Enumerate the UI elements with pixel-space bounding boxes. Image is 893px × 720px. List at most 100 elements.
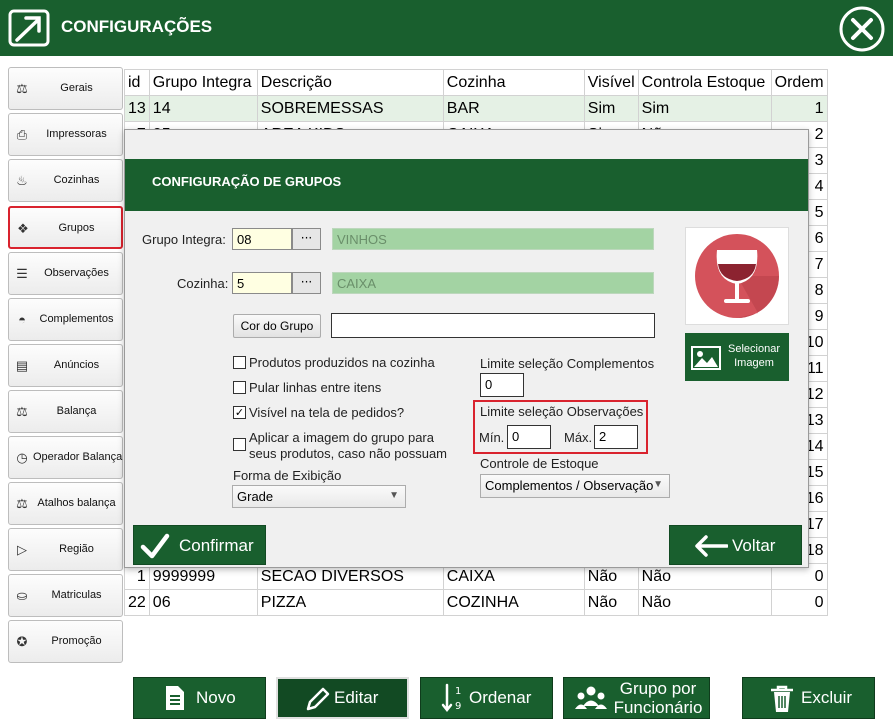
scale-settings-icon: ⚖	[16, 81, 28, 96]
cozinha-input[interactable]: 5	[232, 272, 292, 294]
notes-icon: ☰	[16, 266, 28, 281]
promotion-icon: ✪	[16, 634, 28, 649]
table-cell: Não	[583, 589, 639, 616]
column-header[interactable]: Descrição	[256, 69, 444, 96]
limite-complementos-label: Limite seleção Complementos	[480, 356, 655, 371]
sidebar-item-label: Promoção	[51, 635, 102, 647]
sidebar-item-atalhos-balanca[interactable]: ⚖ Atalhos balança	[8, 482, 123, 525]
checkbox-aplicar-imagem[interactable]	[233, 438, 246, 451]
table-cell: 1	[770, 95, 828, 122]
sidebar-item-label: Operador Balança	[33, 451, 123, 463]
delete-button[interactable]: Excluir	[742, 677, 875, 719]
sidebar-item-regiao[interactable]: ▷ Região	[8, 528, 123, 571]
wine-glass-icon	[695, 234, 779, 318]
table-cell: 0	[770, 589, 828, 616]
table-cell: 22	[124, 589, 150, 616]
image-icon	[691, 346, 721, 370]
sidebar-item-promocao[interactable]: ✪ Promoção	[8, 620, 123, 663]
document-icon: ▤	[15, 358, 29, 373]
table-cell: 13	[124, 95, 150, 122]
sidebar-item-gerais[interactable]: ⚖ Gerais	[8, 67, 123, 110]
new-document-icon	[166, 686, 184, 710]
max-input[interactable]: 2	[594, 425, 638, 449]
column-header[interactable]: id	[124, 69, 150, 96]
table-cell: Não	[637, 589, 772, 616]
sort-numeric-icon: 1 9	[441, 683, 461, 713]
cozinha-lookup-button[interactable]: ···	[292, 272, 321, 294]
checkbox-label: Produtos produzidos na cozinha	[249, 355, 435, 370]
sidebar-item-grupos[interactable]: ❖ Grupos	[8, 206, 123, 249]
sidebar-item-label: Observações	[44, 267, 109, 279]
group-color-field[interactable]	[331, 313, 655, 338]
column-header[interactable]: Controla Estoque	[637, 69, 772, 96]
checkmark-icon	[140, 533, 170, 559]
edit-label: Editar	[334, 688, 379, 707]
confirm-button[interactable]: Confirmar	[133, 525, 266, 565]
title-bar: CONFIGURAÇÕES	[0, 0, 893, 56]
select-image-label-line2: Imagem	[734, 357, 774, 369]
controle-estoque-value: Complementos / Observação	[485, 478, 654, 493]
users-icon	[575, 686, 607, 709]
group-by-employee-button[interactable]: Grupo por Funcionário	[563, 677, 710, 719]
sidebar-item-complementos[interactable]: ◓ Complementos	[8, 298, 123, 341]
kitchen-icon: ♨	[16, 173, 28, 188]
close-icon[interactable]	[836, 6, 888, 52]
column-header[interactable]: Grupo Integra	[148, 69, 258, 96]
sidebar-item-label: Região	[59, 543, 94, 555]
chevron-down-icon: ▼	[389, 490, 399, 501]
column-header[interactable]: Ordem	[770, 69, 828, 96]
min-input[interactable]: 0	[507, 425, 551, 449]
grupo-integra-description: VINHOS	[332, 228, 654, 250]
checkbox-produtos-cozinha[interactable]	[233, 356, 246, 369]
checkbox-label-line2: seus produtos, caso não possuam	[249, 446, 448, 461]
sidebar-item-matriculas[interactable]: ⛀ Matriculas	[8, 574, 123, 617]
balance-icon: ⚖	[16, 404, 28, 419]
checkbox-visivel[interactable]: ✓	[233, 406, 246, 419]
group-config-dialog: CONFIGURAÇÃO DE GRUPOS Grupo Integra: 08…	[124, 129, 809, 568]
order-label: Ordenar	[469, 688, 532, 707]
max-label: Máx.	[564, 430, 593, 445]
select-image-button[interactable]: Selecionar Imagem	[685, 333, 789, 381]
table-header-row: id Grupo Integra Descrição Cozinha Visív…	[124, 69, 828, 96]
dialog-title: CONFIGURAÇÃO DE GRUPOS	[125, 159, 808, 211]
cozinha-label: Cozinha:	[177, 276, 229, 291]
checkbox-label: Visível na tela de pedidos?	[249, 405, 405, 420]
select-image-label-line1: Selecionar	[728, 343, 780, 355]
checkbox-label: Aplicar a imagem do grupo para seus prod…	[249, 430, 447, 462]
limite-complementos-input[interactable]: 0	[480, 373, 524, 397]
select-image-label: Selecionar Imagem	[721, 342, 787, 370]
sidebar-item-observacoes[interactable]: ☰ Observações	[8, 252, 123, 295]
controle-estoque-select[interactable]: Complementos / Observação ▼	[480, 474, 670, 498]
column-header[interactable]: Visível	[583, 69, 639, 96]
back-button[interactable]: Voltar	[669, 525, 802, 565]
new-button[interactable]: Novo	[133, 677, 266, 719]
cor-do-grupo-button[interactable]: Cor do Grupo	[233, 314, 321, 338]
table-row[interactable]: 22 06 PIZZA COZINHA Não Não 0	[124, 589, 828, 616]
printer-icon: ⎙	[16, 127, 28, 142]
table-cell: COZINHA	[442, 589, 585, 616]
column-header[interactable]: Cozinha	[442, 69, 585, 96]
sidebar-item-impressoras[interactable]: ⎙ Impressoras	[8, 113, 123, 156]
svg-text:9: 9	[455, 701, 461, 712]
sidebar-item-balanca[interactable]: ⚖ Balança	[8, 390, 123, 433]
grupo-integra-input[interactable]: 08	[232, 228, 292, 250]
order-button[interactable]: 1 9 Ordenar	[420, 677, 553, 719]
forma-exibicao-select[interactable]: Grade ▼	[232, 485, 406, 508]
table-cell: Sim	[583, 95, 639, 122]
sidebar-item-operador-balanca[interactable]: ◷ Operador Balança	[8, 436, 123, 479]
sidebar-item-cozinhas[interactable]: ♨ Cozinhas	[8, 159, 123, 202]
edit-button[interactable]: Editar	[276, 677, 409, 719]
sidebar-item-label: Matriculas	[51, 589, 102, 601]
checkbox-pular-linhas[interactable]	[233, 381, 246, 394]
sidebar-item-label: Atalhos balança	[37, 497, 116, 509]
sidebar-item-label: Cozinhas	[53, 174, 100, 186]
sidebar-item-label: Balança	[56, 405, 97, 417]
svg-text:1: 1	[455, 686, 461, 697]
table-row[interactable]: 13 14 SOBREMESSAS BAR Sim Sim 1	[124, 95, 828, 122]
grupo-integra-lookup-button[interactable]: ···	[292, 228, 321, 250]
delete-label: Excluir	[801, 688, 853, 707]
sidebar-item-anuncios[interactable]: ▤ Anúncios	[8, 344, 123, 387]
table-cell: SOBREMESSAS	[256, 95, 444, 122]
sidebar-item-label: Anúncios	[53, 359, 100, 371]
new-label: Novo	[196, 688, 236, 707]
